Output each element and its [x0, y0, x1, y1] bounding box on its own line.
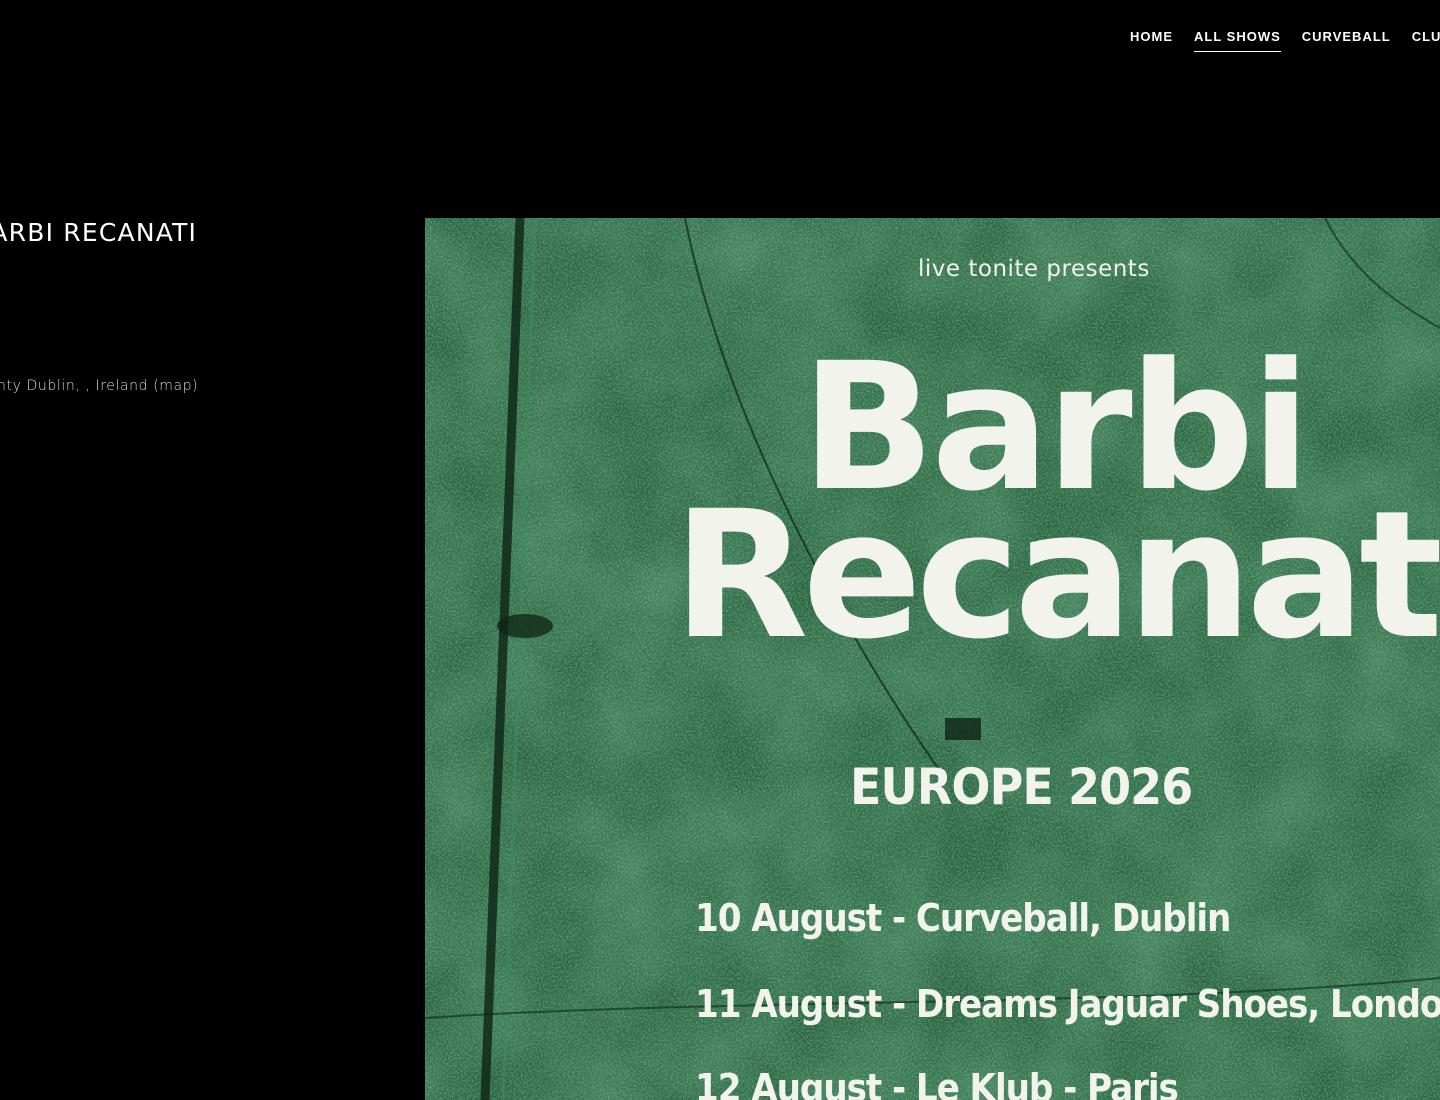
- nav-curveball-link[interactable]: CURVEBALL: [1302, 28, 1391, 52]
- nav-home-link[interactable]: HOME: [1130, 28, 1173, 52]
- map-link[interactable]: (map): [153, 378, 198, 394]
- poster-presenter-text: live tonite presents: [918, 256, 1150, 282]
- nav-all-shows-link[interactable]: ALL SHOWS: [1194, 28, 1281, 52]
- event-location-text: County Dublin, , Ireland: [0, 378, 149, 394]
- event-location: County Dublin, , Ireland (map): [0, 378, 198, 394]
- event-poster-image: live tonite presents Barbi Recanati EURO…: [425, 218, 1440, 1100]
- poster-artist-line-2: Recanati: [673, 473, 1440, 678]
- poster-date-item: 10 August - Curveball, Dublin: [695, 896, 1231, 940]
- poster-tour-title: EUROPE 2026: [850, 758, 1193, 816]
- poster-date-item: 12 August - Le Klub - Paris: [695, 1066, 1179, 1100]
- main-nav: HOME ALL SHOWS CURVEBALL CLUB: [1130, 28, 1440, 52]
- event-title: BARBI RECANATI: [0, 218, 198, 247]
- nav-club-link[interactable]: CLUB: [1412, 28, 1440, 52]
- poster-date-item: 11 August - Dreams Jaguar Shoes, London: [695, 982, 1440, 1026]
